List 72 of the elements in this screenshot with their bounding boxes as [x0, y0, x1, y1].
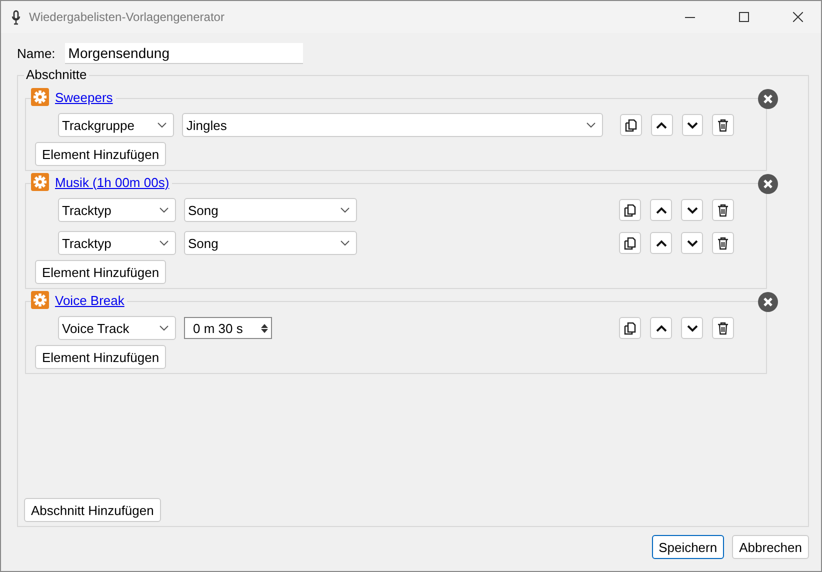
remove-section-button[interactable] [758, 174, 778, 194]
chevron-down-icon [686, 206, 698, 214]
chevron-up-icon [656, 122, 668, 128]
remove-section-button[interactable] [758, 89, 778, 109]
copy-button[interactable] [619, 199, 641, 221]
name-label: Name: [17, 46, 56, 60]
trash-icon [717, 236, 729, 250]
delete-button[interactable] [712, 199, 734, 221]
delete-button[interactable] [712, 114, 734, 136]
copy-button[interactable] [619, 232, 641, 254]
move-down-button[interactable] [681, 232, 703, 254]
chevron-down-icon [340, 240, 350, 246]
trash-icon [717, 204, 729, 216]
copy-icon [624, 236, 636, 250]
chevron-down-icon [686, 240, 698, 246]
save-button[interactable]: Speichern [652, 535, 724, 559]
gear-icon[interactable] [31, 173, 49, 191]
chevron-down-icon [340, 207, 350, 213]
delete-button[interactable] [712, 317, 734, 339]
trash-icon [717, 322, 729, 334]
close-icon [758, 174, 778, 194]
move-down-button[interactable] [682, 114, 704, 136]
copy-icon [624, 322, 636, 334]
chevron-down-icon [159, 240, 169, 246]
group-title: Abschnitte [24, 67, 89, 82]
close-icon [793, 12, 803, 22]
cancel-button[interactable]: Abbrechen [732, 535, 809, 559]
spin-up-icon [260, 322, 269, 328]
maximize-icon [739, 12, 749, 22]
chevron-down-icon [159, 207, 169, 213]
name-field[interactable]: Morgensendung [65, 42, 304, 64]
minimize-icon [685, 16, 695, 18]
chevron-down-icon [157, 122, 168, 128]
spin-down-icon [260, 328, 269, 334]
move-down-button[interactable] [681, 199, 703, 221]
chevron-down-icon [686, 122, 698, 128]
move-up-button[interactable] [650, 114, 673, 136]
value-dropdown[interactable]: Jingles [182, 113, 604, 137]
add-element-button[interactable]: Element Hinzufügen [35, 142, 166, 166]
delete-button[interactable] [712, 232, 734, 254]
chevron-down-icon [586, 122, 596, 128]
chevron-up-icon [656, 206, 666, 214]
move-up-button[interactable] [650, 199, 672, 221]
type-dropdown[interactable]: Tracktyp [58, 231, 176, 255]
gear-icon[interactable] [31, 88, 49, 106]
chevron-down-icon [686, 324, 698, 332]
copy-icon [624, 204, 636, 216]
copy-icon [625, 118, 638, 132]
move-up-button[interactable] [650, 317, 672, 339]
type-dropdown[interactable]: Trackgruppe [58, 113, 174, 137]
close-icon [758, 89, 778, 109]
chevron-up-icon [656, 240, 666, 246]
window-title: Wiedergabelisten-Vorlagengenerator [29, 10, 226, 24]
move-down-button[interactable] [681, 317, 703, 339]
type-dropdown[interactable]: Voice Track [58, 316, 176, 340]
value-dropdown[interactable]: Song [184, 231, 357, 255]
trash-icon [717, 118, 730, 132]
move-up-button[interactable] [650, 232, 672, 254]
add-section-button[interactable]: Abschnitt Hinzufügen [24, 498, 161, 522]
chevron-down-icon [159, 325, 169, 331]
chevron-up-icon [656, 324, 666, 332]
copy-button[interactable] [619, 317, 641, 339]
value-dropdown[interactable]: Song [184, 198, 357, 222]
microphone-icon [11, 10, 21, 24]
add-element-button[interactable]: Element Hinzufügen [35, 345, 166, 369]
type-dropdown[interactable]: Tracktyp [58, 198, 176, 222]
copy-button[interactable] [620, 114, 642, 136]
gear-icon[interactable] [31, 291, 49, 309]
add-element-button[interactable]: Element Hinzufügen [35, 260, 166, 284]
close-icon [758, 292, 778, 312]
duration-spinner[interactable]: 0 m 30 s [184, 317, 272, 339]
remove-section-button[interactable] [758, 292, 778, 312]
